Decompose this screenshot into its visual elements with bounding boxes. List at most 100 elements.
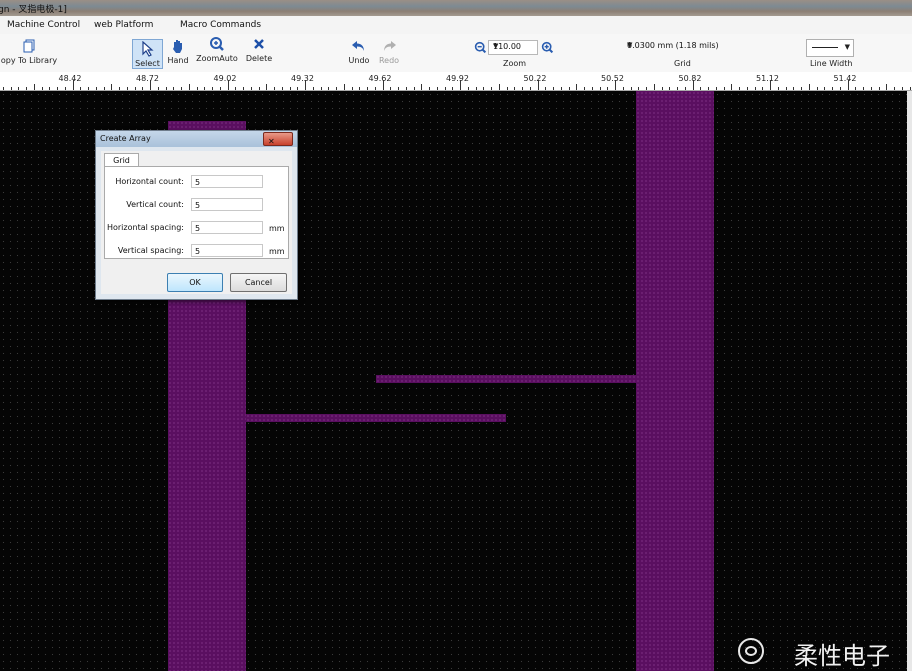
vertical-count-input[interactable]: 5 — [191, 198, 263, 211]
ruler-tick — [219, 87, 221, 90]
ruler-label: 48.72 — [136, 74, 159, 83]
ruler-tick — [289, 87, 291, 90]
redo-label: Redo — [378, 56, 400, 65]
grid-select[interactable]: 0.0300 mm (1.18 mils) ▼ — [624, 40, 738, 53]
ruler-tick — [894, 87, 895, 90]
ruler-tick — [808, 84, 810, 90]
ruler-tick — [522, 87, 523, 90]
ruler-tick — [824, 87, 826, 90]
vertical-spacing-label: Vertical spacing: — [117, 246, 184, 255]
vertical-count-row: Vertical count: 5 — [105, 198, 288, 212]
ruler-tick — [165, 87, 167, 90]
ruler-tick — [250, 87, 252, 90]
ruler-tick — [359, 87, 361, 90]
menu-web-platform[interactable]: web Platform — [94, 20, 153, 30]
ruler-tick — [452, 87, 454, 90]
ruler-tick — [653, 84, 655, 90]
ruler-tick — [157, 87, 159, 90]
dialog-body: Grid Horizontal count: 5 Vertical count:… — [101, 151, 292, 294]
ruler-tick — [646, 87, 647, 90]
dialog-title: Create Array — [100, 134, 151, 143]
ruler-tick — [274, 87, 275, 90]
ruler-tick — [630, 87, 632, 90]
ruler-tick — [103, 87, 105, 90]
ruler-tick — [638, 87, 640, 90]
connector-line-lower[interactable] — [246, 414, 506, 422]
ruler-tick — [669, 87, 671, 90]
ruler-tick — [33, 84, 35, 90]
ruler-tick — [26, 87, 27, 90]
ruler-tick — [847, 80, 849, 90]
zoom-auto-button[interactable]: ZoomAuto — [196, 34, 238, 70]
vertical-spacing-input[interactable]: 5 — [191, 244, 263, 257]
ruler-label: 51.42 — [833, 74, 857, 83]
delete-button[interactable]: Delete — [243, 34, 275, 70]
ruler-tick — [382, 80, 384, 90]
ruler-tick — [793, 87, 795, 90]
ruler-tick — [351, 87, 353, 90]
horizontal-count-input[interactable]: 5 — [191, 175, 263, 188]
undo-button[interactable]: Undo — [346, 34, 372, 70]
grid-group-label: Grid — [674, 59, 691, 68]
ruler-tick — [80, 87, 82, 90]
ruler-tick — [374, 87, 376, 90]
redo-icon — [384, 41, 396, 51]
ruler-tick — [615, 80, 616, 90]
electrode-finger-right[interactable] — [636, 91, 714, 671]
ruler-tick — [553, 87, 554, 90]
ruler-tick — [235, 87, 237, 90]
ruler-tick — [762, 87, 764, 90]
ruler-tick — [723, 87, 725, 90]
connector-line-upper[interactable] — [376, 375, 636, 383]
copy-to-library-label: opy To Library — [0, 56, 58, 65]
ruler-tick — [576, 84, 578, 90]
ruler-tick — [266, 84, 268, 90]
ruler-tick — [491, 87, 492, 90]
select-tool-button[interactable]: Select — [132, 39, 163, 69]
ruler-label: 51.12 — [756, 74, 779, 83]
ruler-tick — [312, 87, 314, 90]
menu-machine-control[interactable]: Machine Control — [7, 20, 80, 30]
ruler-label: 50.82 — [678, 74, 702, 83]
ruler-tick — [444, 87, 446, 90]
ruler-tick — [692, 80, 694, 90]
ok-button[interactable]: OK — [167, 273, 223, 292]
ruler-tick — [801, 87, 802, 90]
close-button[interactable]: ✕ — [263, 132, 293, 146]
vertical-count-label: Vertical count: — [126, 200, 184, 209]
zoom-in-icon[interactable] — [541, 41, 554, 54]
dialog-title-bar[interactable]: Create Array ✕ — [96, 131, 297, 147]
ruler-label: 49.02 — [213, 74, 237, 83]
ruler-tick — [754, 87, 756, 90]
ruler-tick — [599, 87, 601, 90]
copy-to-library-button[interactable]: opy To Library — [0, 34, 62, 70]
ruler-tick — [281, 87, 283, 90]
horizontal-spacing-label: Horizontal spacing: — [106, 223, 184, 232]
ruler-tick — [212, 87, 213, 90]
chevron-down-icon: ▼ — [493, 42, 499, 50]
cancel-button[interactable]: Cancel — [230, 273, 287, 292]
ruler-tick — [816, 87, 818, 90]
ruler-tick — [142, 87, 144, 90]
toolbar: opy To Library Select Hand ZoomAuto Dele… — [0, 34, 912, 73]
hand-tool-button[interactable]: Hand — [165, 34, 191, 70]
ruler-tick — [398, 87, 399, 90]
zoom-select[interactable]: 110.00 ▼ — [488, 40, 538, 55]
redo-button[interactable]: Redo — [376, 34, 402, 70]
arrow-cursor-icon — [141, 41, 154, 57]
horizontal-spacing-input[interactable]: 5 — [191, 221, 263, 234]
menu-macro-commands[interactable]: Macro Commands — [180, 20, 261, 30]
hand-label: Hand — [167, 56, 189, 65]
vertical-scrollbar[interactable] — [907, 91, 912, 671]
zoom-out-icon[interactable] — [474, 41, 487, 54]
copy-icon — [23, 39, 35, 53]
ruler-tick — [227, 80, 229, 90]
horizontal-spacing-row: Horizontal spacing: 5 mm — [105, 221, 288, 235]
ruler-tick — [870, 87, 872, 90]
tab-grid[interactable]: Grid — [104, 153, 139, 167]
ruler-tick — [41, 87, 43, 90]
ruler-tick — [855, 87, 857, 90]
line-width-select[interactable]: ▼ — [806, 39, 854, 57]
ruler-tick — [746, 87, 748, 90]
ruler-tick — [305, 80, 306, 90]
